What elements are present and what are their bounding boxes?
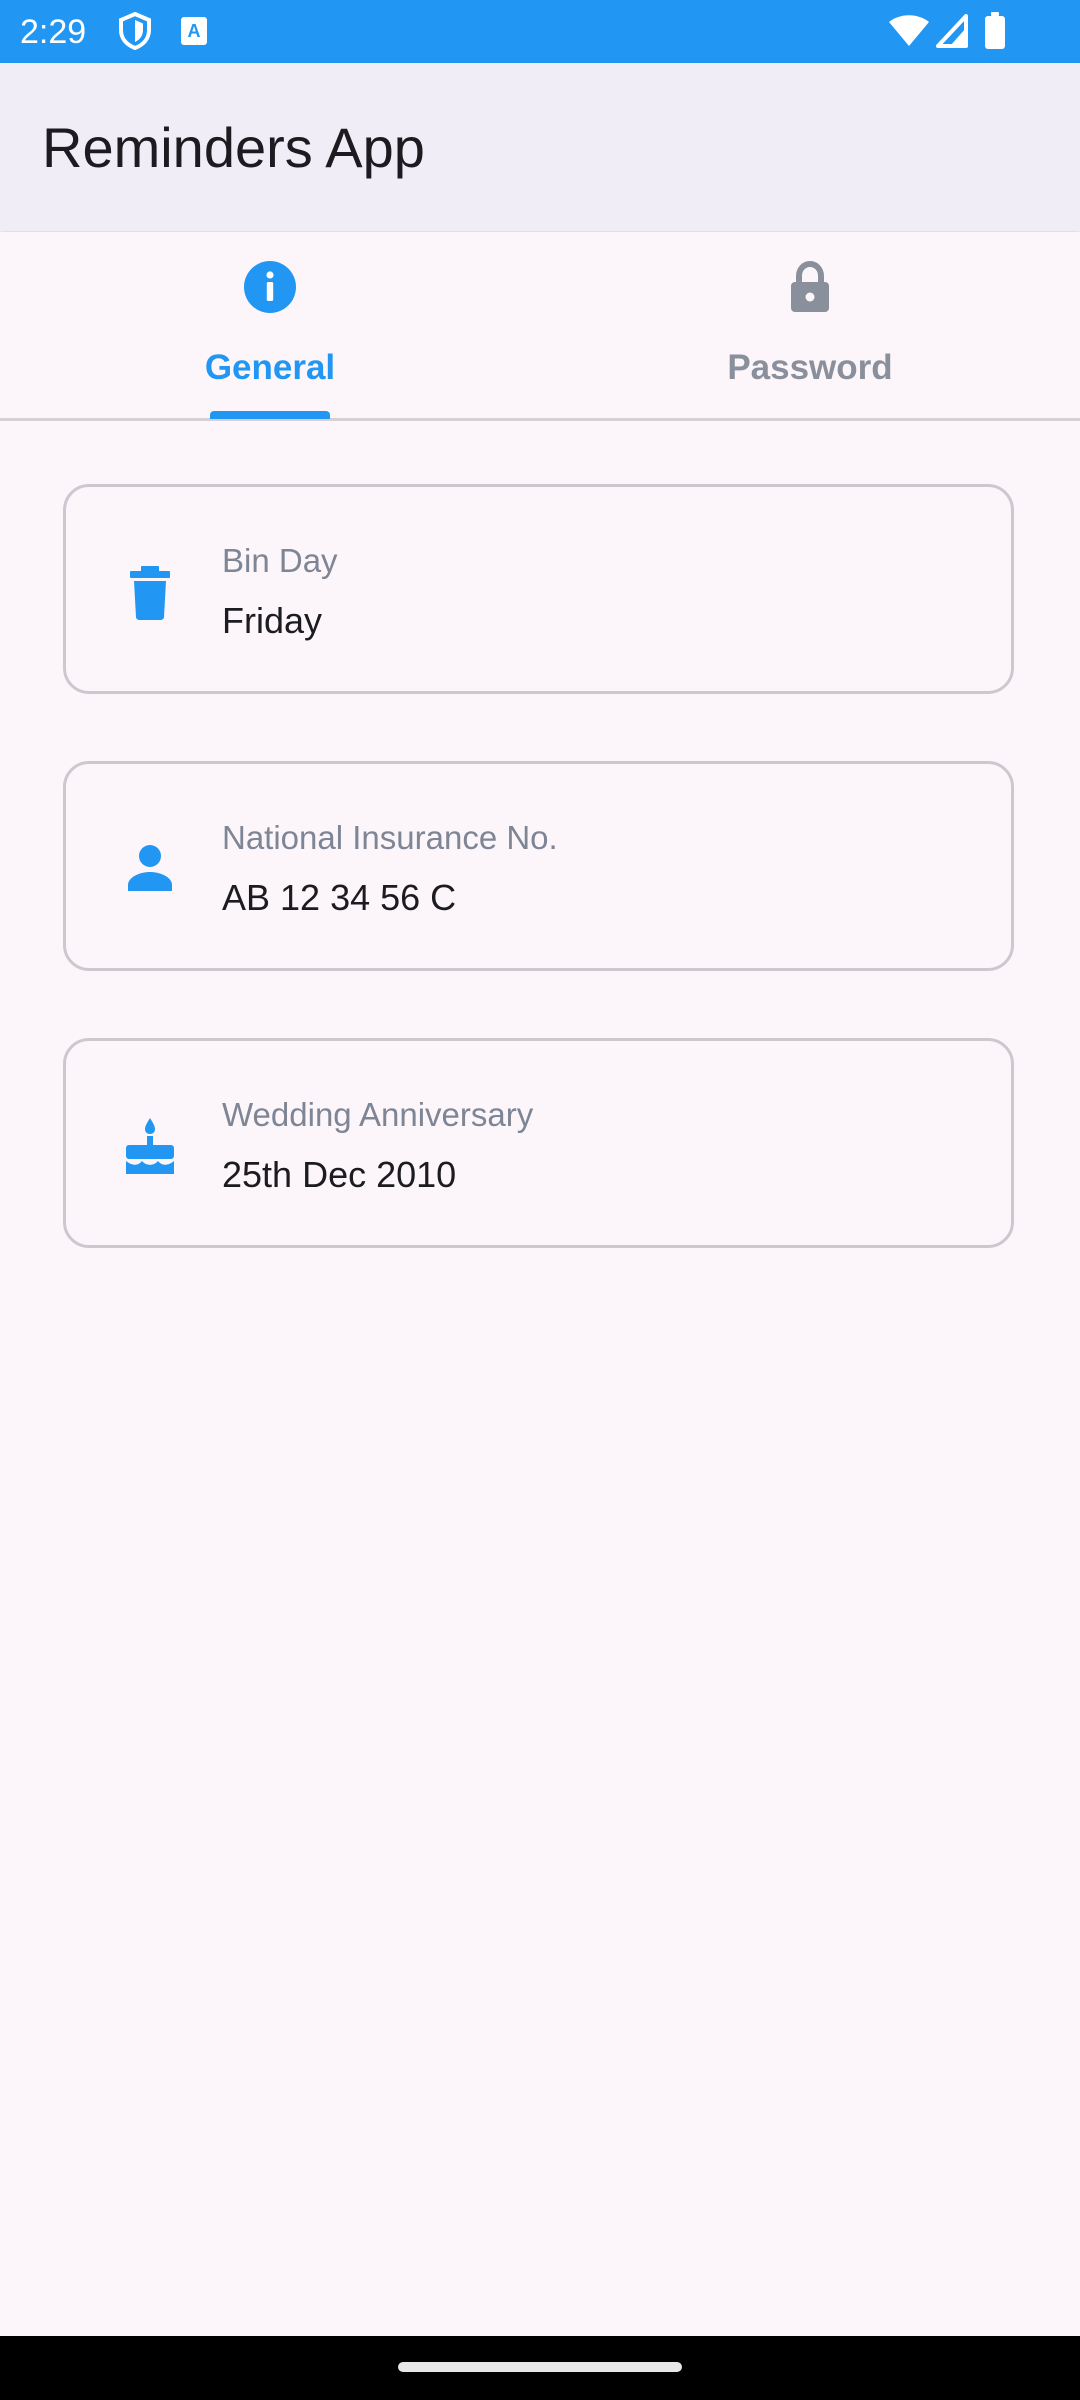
tab-indicator (210, 411, 330, 419)
signal-icon (936, 14, 968, 53)
home-gesture-handle[interactable] (398, 2362, 682, 2372)
wifi-icon (888, 14, 930, 53)
tab-password[interactable]: Password (540, 232, 1080, 418)
tab-bar: General Password (0, 232, 1080, 421)
card-label: Wedding Anniversary (222, 1096, 534, 1133)
person-icon (120, 839, 180, 899)
card-value: AB 12 34 56 C (222, 877, 457, 918)
reminder-card-bin-day[interactable]: Bin Day Friday (63, 484, 1014, 694)
reminder-card-wedding-anniversary[interactable]: Wedding Anniversary 25th Dec 2010 (63, 1038, 1014, 1248)
trash-icon (120, 562, 180, 622)
tab-password-label: Password (727, 348, 893, 387)
app-title: Reminders App (42, 116, 425, 179)
card-value: 25th Dec 2010 (222, 1154, 457, 1195)
cake-icon (120, 1116, 180, 1176)
lock-icon (783, 260, 837, 314)
svg-text:A: A (188, 21, 201, 41)
navigation-bar (0, 2336, 1080, 2400)
reminder-card-national-insurance[interactable]: National Insurance No. AB 12 34 56 C (63, 761, 1014, 971)
keyboard-a-icon: A (180, 16, 208, 51)
tab-general[interactable]: General (0, 232, 540, 419)
card-label: Bin Day (222, 542, 338, 579)
shield-icon (118, 11, 152, 55)
battery-icon (984, 12, 1006, 55)
tab-general-label: General (204, 348, 336, 387)
app-bar: Reminders App (0, 63, 1080, 231)
status-bar: 2:29 A (0, 0, 1080, 63)
info-icon (243, 260, 297, 314)
card-label: National Insurance No. (222, 819, 558, 856)
card-value: Friday (222, 600, 323, 641)
status-time: 2:29 (20, 13, 87, 51)
